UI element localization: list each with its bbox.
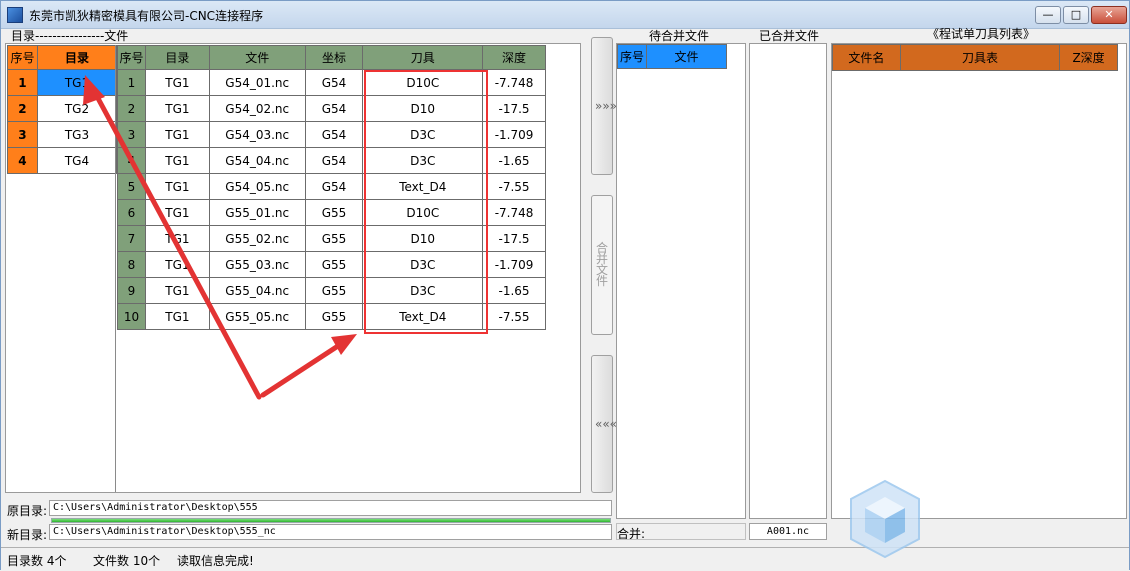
app-window: 东莞市凯狄精密模具有限公司-CNC连接程序 — □ ✕ 目录----------… — [0, 0, 1130, 570]
cube-logo-icon — [850, 479, 920, 559]
annotation-arrows — [83, 75, 357, 400]
arrow-to-tool-column-icon — [260, 334, 357, 398]
arrow-to-directory-icon — [83, 75, 262, 400]
